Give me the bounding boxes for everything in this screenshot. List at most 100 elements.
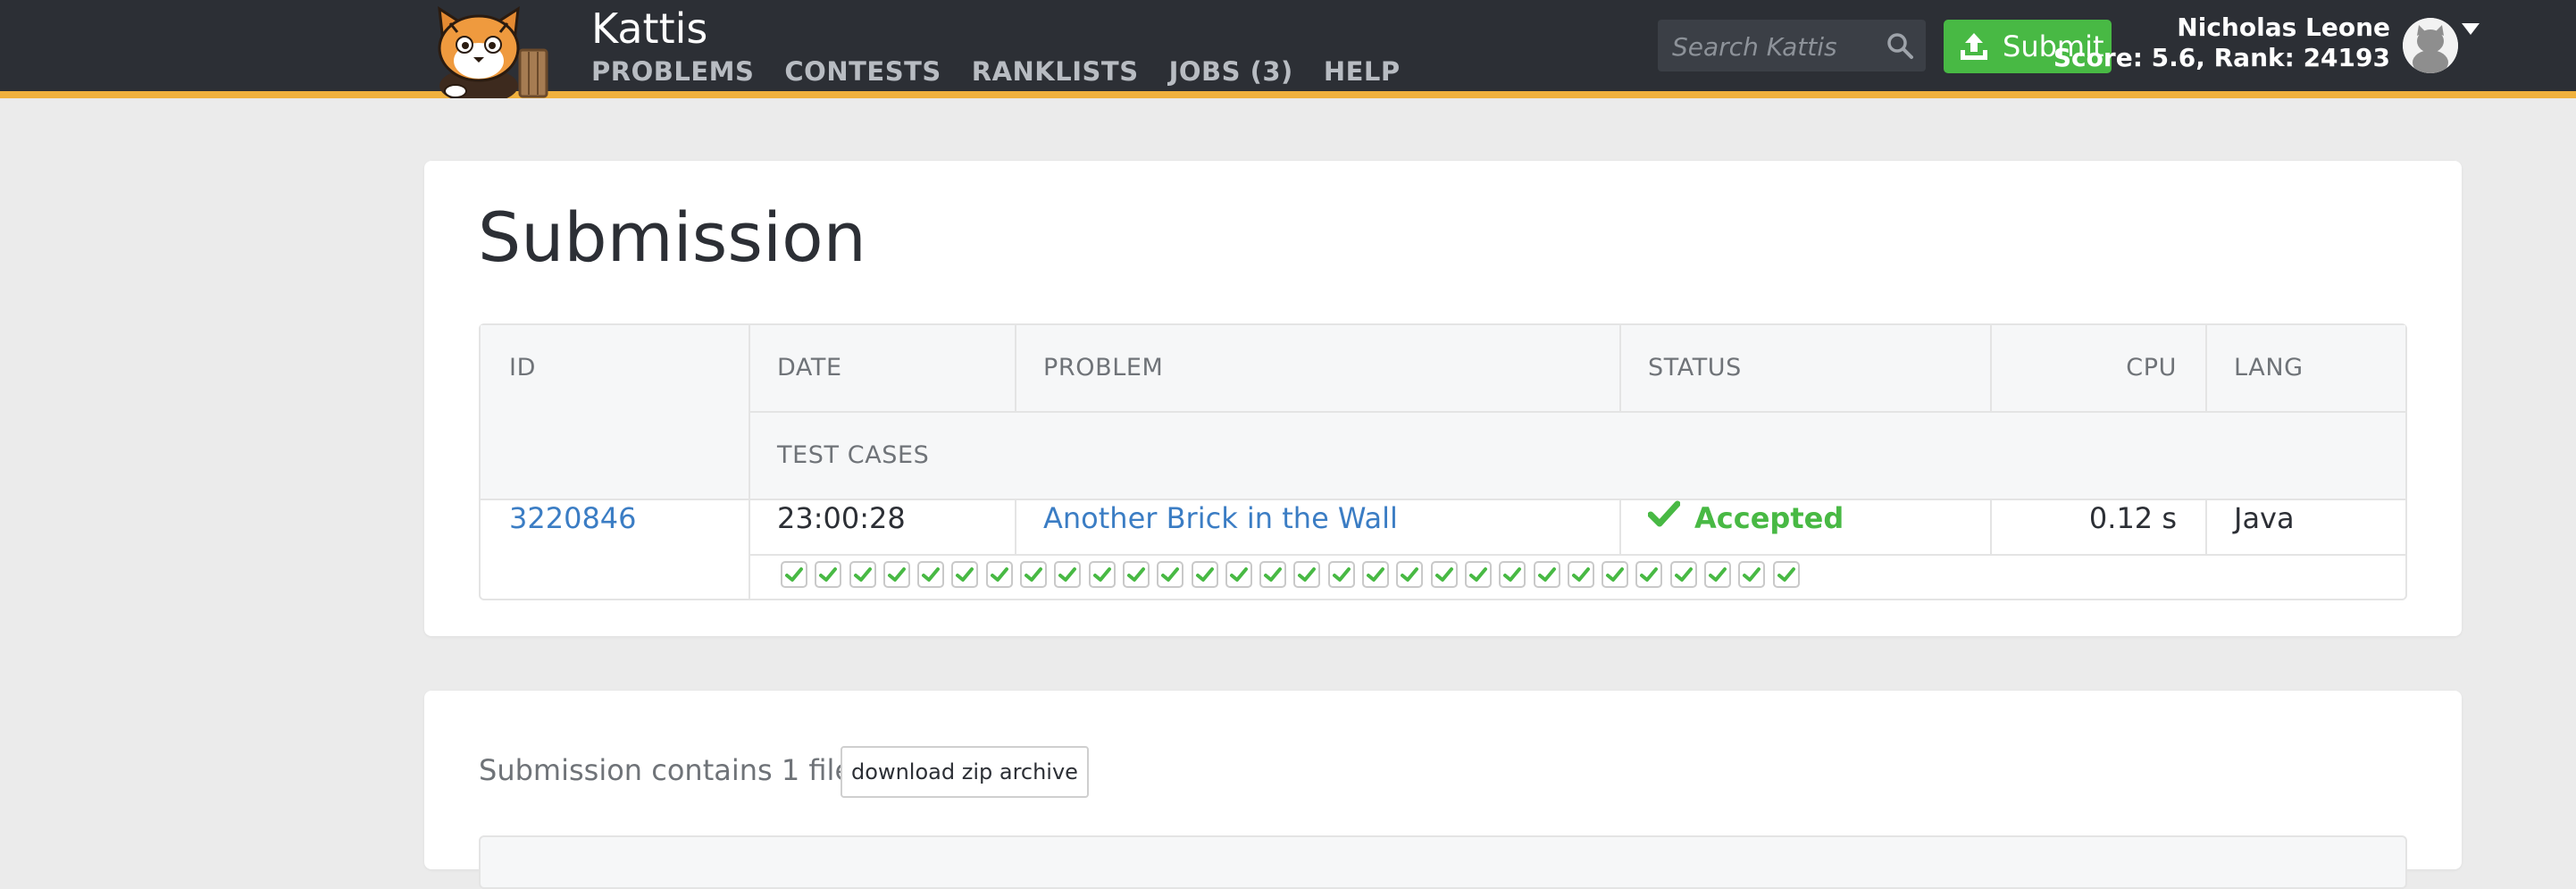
column-header-date: DATE <box>777 354 842 382</box>
check-icon <box>1229 567 1248 582</box>
submission-table: ID DATE PROBLEM STATUS CPU LANG TEST CAS… <box>479 323 2407 600</box>
check-icon <box>1468 567 1487 582</box>
nav-problems[interactable]: PROBLEMS <box>591 54 754 89</box>
test-case-result[interactable] <box>985 561 1013 588</box>
grid-line <box>2205 499 2207 554</box>
grid-line <box>2205 325 2207 411</box>
test-case-result[interactable] <box>1738 561 1766 588</box>
check-icon <box>1709 567 1727 582</box>
check-icon <box>853 567 872 582</box>
check-icon <box>1126 567 1145 582</box>
test-case-result[interactable] <box>1464 561 1492 588</box>
submission-id-link[interactable]: 3220846 <box>509 499 637 538</box>
cpu-time: 0.12 s <box>2088 501 2177 535</box>
test-case-result[interactable] <box>1020 561 1048 588</box>
test-case-result[interactable] <box>1635 561 1663 588</box>
check-icon <box>1058 567 1077 582</box>
check-icon <box>922 567 941 582</box>
test-case-result[interactable] <box>1704 561 1732 588</box>
grid-line <box>1619 325 1621 411</box>
user-menu-caret-icon[interactable] <box>2462 23 2480 35</box>
check-icon <box>1195 567 1214 582</box>
test-case-result[interactable] <box>1533 561 1560 588</box>
test-case-result[interactable] <box>1225 561 1252 588</box>
top-navbar: Kattis PROBLEMS CONTESTS RANKLISTS JOBS … <box>0 0 2576 104</box>
grid-line <box>749 554 2405 556</box>
files-summary: Submission contains 1 file: <box>479 753 862 787</box>
search-box <box>1658 20 1926 71</box>
check-icon <box>1537 567 1556 582</box>
brand-name[interactable]: Kattis <box>591 2 707 55</box>
test-case-result[interactable] <box>1157 561 1184 588</box>
upload-icon <box>1958 30 1990 63</box>
nav-ranklists[interactable]: RANKLISTS <box>972 54 1139 89</box>
check-icon <box>887 567 906 582</box>
test-case-results <box>781 561 1807 588</box>
test-case-result[interactable] <box>1122 561 1150 588</box>
column-header-test-cases: TEST CASES <box>777 441 930 469</box>
file-table <box>479 835 2407 889</box>
check-icon <box>1743 567 1761 582</box>
test-case-result[interactable] <box>815 561 842 588</box>
check-icon <box>956 567 974 582</box>
check-icon <box>1647 499 1694 538</box>
column-header-id: ID <box>509 354 536 382</box>
test-case-result[interactable] <box>1772 561 1800 588</box>
test-case-result[interactable] <box>1396 561 1424 588</box>
nav-contests[interactable]: CONTESTS <box>784 54 941 89</box>
test-case-result[interactable] <box>951 561 979 588</box>
check-icon <box>990 567 1008 582</box>
grid-line <box>1015 325 1016 411</box>
submission-panel: Submission ID DATE PROBLEM STATUS CPU LA… <box>424 161 2462 636</box>
test-case-result[interactable] <box>1362 561 1390 588</box>
check-icon <box>1571 567 1590 582</box>
test-case-result[interactable] <box>1602 561 1629 588</box>
user-name[interactable]: Nicholas Leone <box>2177 13 2390 42</box>
test-case-result[interactable] <box>1567 561 1594 588</box>
check-icon <box>1298 567 1317 582</box>
main-nav: PROBLEMS CONTESTS RANKLISTS JOBS (3) HEL… <box>591 54 1431 89</box>
user-score-rank: Score: 5.6, Rank: 24193 <box>2053 43 2390 72</box>
check-icon <box>1332 567 1351 582</box>
user-avatar[interactable] <box>2403 18 2458 73</box>
test-case-result[interactable] <box>917 561 945 588</box>
column-header-lang: LANG <box>2234 354 2304 382</box>
grid-line <box>749 411 2405 413</box>
check-icon <box>785 567 803 582</box>
nav-jobs[interactable]: JOBS (3) <box>1169 54 1293 89</box>
check-icon <box>819 567 838 582</box>
kattis-logo[interactable] <box>423 5 572 104</box>
search-input[interactable] <box>1670 28 1879 65</box>
check-icon <box>1606 567 1625 582</box>
status-badge: Accepted <box>1647 499 1844 538</box>
test-case-result[interactable] <box>882 561 910 588</box>
test-case-result[interactable] <box>849 561 876 588</box>
check-icon <box>1434 567 1453 582</box>
test-case-result[interactable] <box>1327 561 1355 588</box>
submission-date: 23:00:28 <box>777 501 906 535</box>
test-case-result[interactable] <box>1669 561 1697 588</box>
column-header-cpu: CPU <box>2126 354 2177 382</box>
test-case-result[interactable] <box>1259 561 1287 588</box>
page-title: Submission <box>478 197 866 277</box>
test-case-result[interactable] <box>1054 561 1082 588</box>
check-icon <box>1674 567 1693 582</box>
search-icon[interactable] <box>1885 30 1915 61</box>
test-case-result[interactable] <box>1430 561 1458 588</box>
column-header-status: STATUS <box>1648 354 1742 382</box>
check-icon <box>1640 567 1659 582</box>
check-icon <box>1161 567 1180 582</box>
test-case-result[interactable] <box>1088 561 1116 588</box>
test-cases-header-row <box>749 411 2405 499</box>
download-zip-button[interactable]: download zip archive <box>841 746 1089 798</box>
test-case-result[interactable] <box>1293 561 1321 588</box>
test-case-result[interactable] <box>781 561 807 588</box>
check-icon <box>1025 567 1043 582</box>
test-case-result[interactable] <box>1191 561 1218 588</box>
test-case-result[interactable] <box>1499 561 1526 588</box>
grid-line <box>1015 499 1016 554</box>
nav-help[interactable]: HELP <box>1324 54 1401 89</box>
grid-line <box>1619 499 1621 554</box>
check-icon <box>1092 567 1111 582</box>
problem-link[interactable]: Another Brick in the Wall <box>1043 499 1398 538</box>
